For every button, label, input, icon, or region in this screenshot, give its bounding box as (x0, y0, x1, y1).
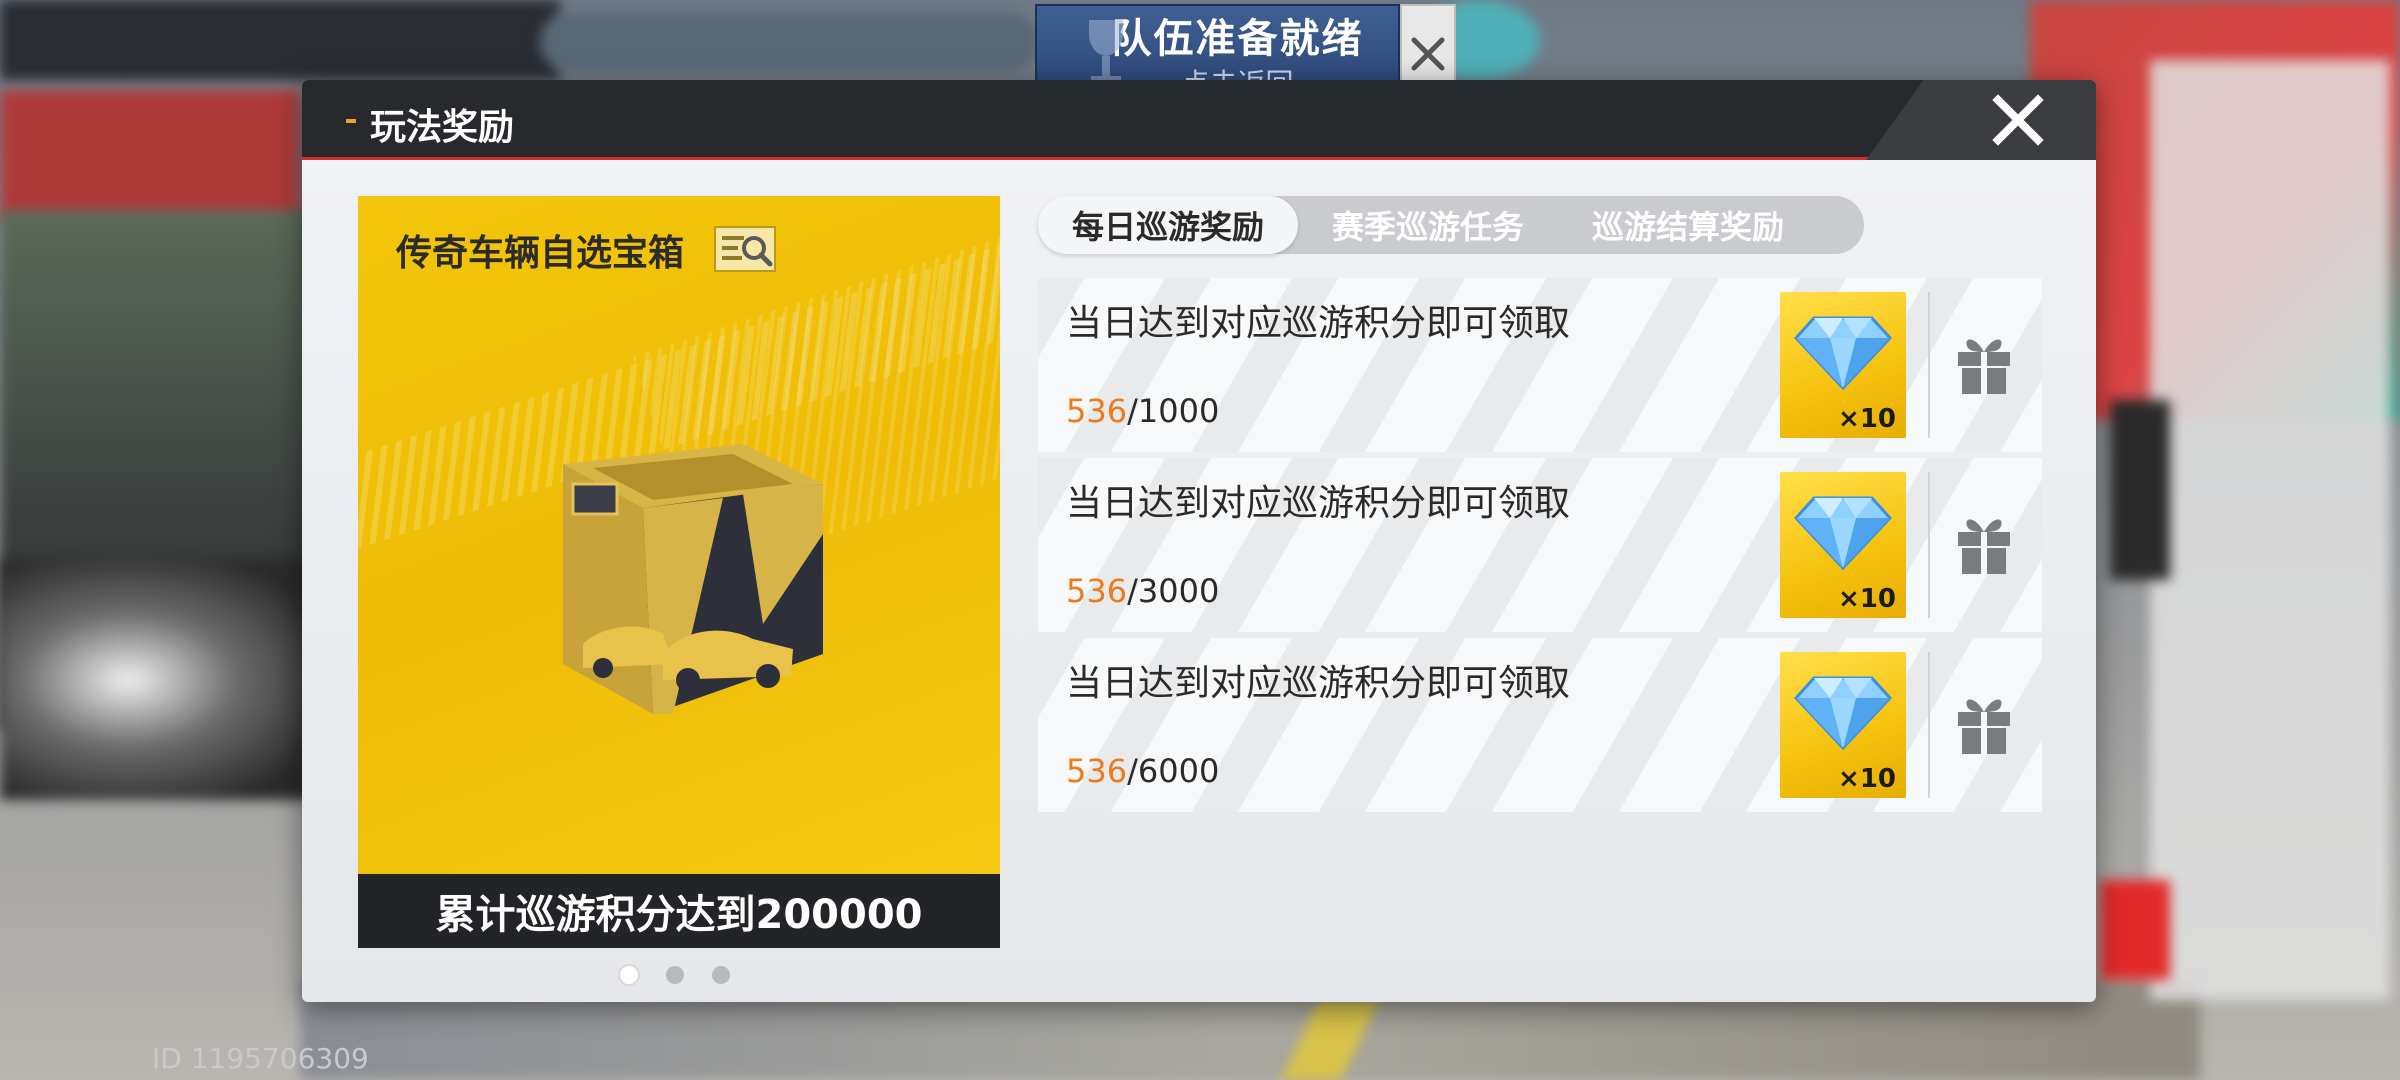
diamond-icon (1794, 316, 1892, 390)
reward-count: ×10 (1838, 404, 1896, 434)
carousel-dot[interactable] (712, 966, 730, 984)
progress-target: /6000 (1127, 752, 1220, 790)
reward-tabs: 每日巡游奖励 赛季巡游任务 巡游结算奖励 (1038, 196, 1864, 254)
divider (1928, 472, 1930, 618)
rewards-modal: 玩法奖励 传奇车辆自选宝箱 累计巡游积分达到200000 每日巡游奖励 赛季巡游… (302, 80, 2096, 1002)
reward-count: ×10 (1838, 764, 1896, 794)
tab-cruise-settlement-rewards[interactable]: 巡游结算奖励 (1558, 196, 1818, 254)
team-ready-title: 队伍准备就绪 (1111, 16, 1364, 62)
diamond-icon (1794, 676, 1892, 750)
reward-progress: 536/6000 (1066, 752, 1219, 790)
progress-current: 536 (1066, 752, 1128, 790)
reward-description: 当日达到对应巡游积分即可领取 (1066, 303, 1571, 344)
modal-close-button[interactable] (1988, 90, 2048, 150)
reward-item-slot[interactable]: ×10 (1780, 472, 1906, 618)
reward-row: 当日达到对应巡游积分即可领取 536/6000 ×10 (1038, 638, 2042, 812)
magnify-icon[interactable] (714, 226, 776, 272)
tab-season-cruise-tasks[interactable]: 赛季巡游任务 (1298, 196, 1558, 254)
tab-daily-cruise-rewards[interactable]: 每日巡游奖励 (1038, 196, 1299, 254)
reward-row: 当日达到对应巡游积分即可领取 536/3000 ×10 (1038, 458, 2042, 632)
gift-icon[interactable] (1954, 510, 2014, 576)
background-side-panel (2150, 60, 2390, 1000)
progress-current: 536 (1066, 572, 1128, 610)
modal-title: 玩法奖励 (370, 107, 515, 148)
carousel-dot[interactable] (666, 966, 684, 984)
diamond-icon (1794, 496, 1892, 570)
reward-description: 当日达到对应巡游积分即可领取 (1066, 663, 1571, 704)
progress-target: /1000 (1127, 392, 1220, 430)
gift-icon[interactable] (1954, 690, 2014, 756)
background-hud (0, 0, 560, 80)
background-car (0, 560, 320, 800)
background-decoration (0, 90, 300, 220)
close-icon (1411, 37, 1445, 71)
divider (1928, 652, 1930, 798)
reward-item-slot[interactable]: ×10 (1780, 652, 1906, 798)
reward-count: ×10 (1838, 584, 1896, 614)
reward-list: 当日达到对应巡游积分即可领取 536/1000 ×10 当日达到对应巡游积分即可… (1038, 278, 2042, 818)
progress-current: 536 (1066, 392, 1128, 430)
carousel-pagination (620, 966, 730, 984)
reward-row: 当日达到对应巡游积分即可领取 536/1000 ×10 (1038, 278, 2042, 452)
modal-header: 玩法奖励 (302, 80, 2096, 160)
player-id: ID 1195706309 (152, 1042, 369, 1075)
progress-target: /3000 (1127, 572, 1220, 610)
reward-description: 当日达到对应巡游积分即可领取 (1066, 483, 1571, 524)
gift-icon[interactable] (1954, 330, 2014, 396)
divider (1928, 292, 1930, 438)
background-side-button (2110, 400, 2170, 580)
reward-progress: 536/1000 (1066, 392, 1219, 430)
background-side-button (2100, 880, 2170, 980)
background-search-bar (540, 12, 1040, 72)
reward-progress: 536/3000 (1066, 572, 1219, 610)
close-icon (1992, 94, 2044, 146)
chest-requirement: 累计巡游积分达到200000 (358, 874, 1000, 948)
chest-box-image (563, 444, 823, 714)
chest-preview-panel[interactable]: 传奇车辆自选宝箱 累计巡游积分达到200000 (358, 196, 1000, 948)
carousel-dot[interactable] (620, 966, 638, 984)
chest-title: 传奇车辆自选宝箱 (396, 233, 685, 274)
header-accent-mark (346, 119, 356, 123)
reward-item-slot[interactable]: ×10 (1780, 292, 1906, 438)
